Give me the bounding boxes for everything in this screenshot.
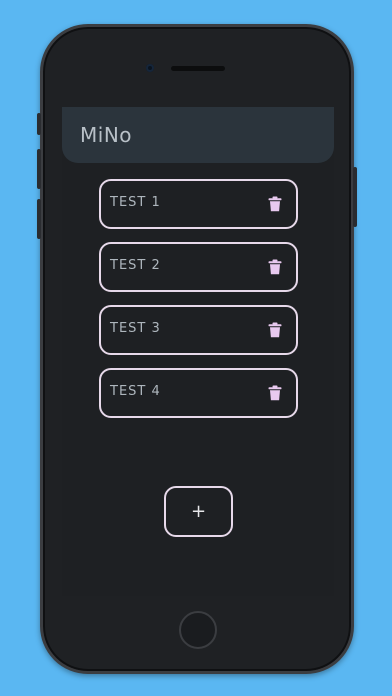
phone-frame: MiNo TEST 1 TEST 2 TEST 3 TEST 4 +: [37, 24, 357, 674]
app-title: MiNo: [80, 123, 133, 147]
trash-icon[interactable]: [268, 196, 282, 212]
trash-icon[interactable]: [268, 259, 282, 275]
note-list: TEST 1 TEST 2 TEST 3 TEST 4: [99, 179, 298, 431]
trash-icon[interactable]: [268, 322, 282, 338]
note-label: TEST 1: [110, 195, 161, 210]
note-item[interactable]: TEST 2: [99, 242, 298, 292]
volume-down-button: [37, 199, 41, 239]
note-label: TEST 4: [110, 384, 161, 399]
app-header: MiNo: [62, 107, 334, 163]
front-camera: [146, 64, 154, 72]
note-item[interactable]: TEST 3: [99, 305, 298, 355]
power-button: [353, 167, 357, 227]
mute-switch: [37, 113, 41, 135]
volume-up-button: [37, 149, 41, 189]
note-item[interactable]: TEST 4: [99, 368, 298, 418]
note-label: TEST 2: [110, 258, 161, 273]
app-screen: MiNo TEST 1 TEST 2 TEST 3 TEST 4 +: [62, 107, 334, 596]
note-label: TEST 3: [110, 321, 161, 336]
home-button[interactable]: [179, 611, 217, 649]
add-note-button[interactable]: +: [164, 486, 233, 537]
note-item[interactable]: TEST 1: [99, 179, 298, 229]
earpiece-speaker: [171, 66, 225, 71]
trash-icon[interactable]: [268, 385, 282, 401]
